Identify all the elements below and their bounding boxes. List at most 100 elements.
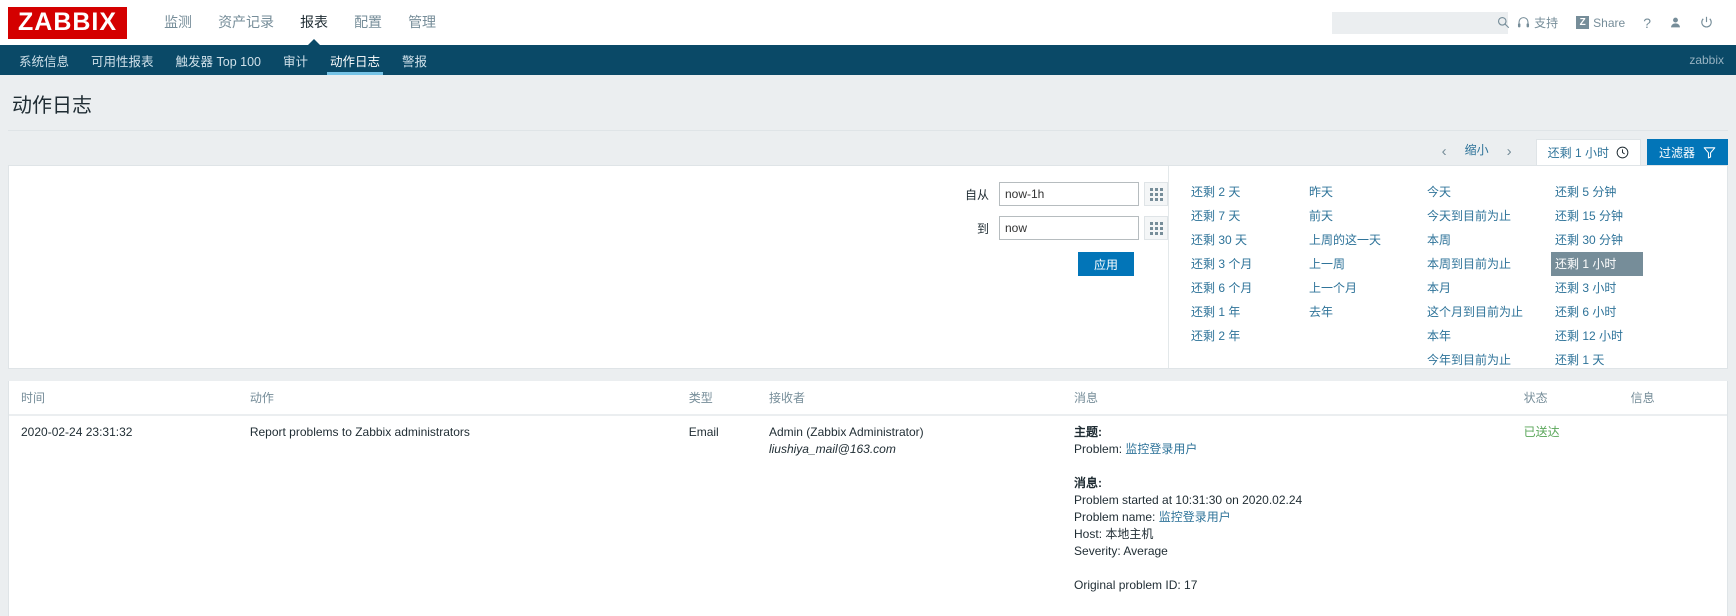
message-subject-link[interactable]: 监控登录用户 [1125,442,1197,456]
quick-range-item[interactable]: 还剩 5 分钟 [1551,180,1669,204]
zabbix-logo[interactable]: ZABBIX [8,6,128,39]
action-log-table-container: 时间 动作 类型 接收者 消息 状态 信息 2020-02-24 23:31:3… [8,381,1728,616]
message-subject-prefix: Problem: [1074,442,1126,456]
search-box[interactable] [1332,11,1510,34]
to-field-row: 到 [919,216,1168,240]
quick-range-item[interactable]: 还剩 15 分钟 [1551,204,1669,228]
column-header-status[interactable]: 状态 [1523,381,1631,416]
support-label: 支持 [1534,16,1559,30]
time-range-tab[interactable]: 还剩 1 小时 [1535,139,1641,165]
column-header-info[interactable]: 信息 [1630,381,1727,416]
quick-range-item[interactable]: 还剩 7 天 [1187,204,1305,228]
time-filter-panel: 自从 到 应用 还剩 2 天 还剩 7 天 还剩 30 天 [8,165,1728,369]
subnav-item-audit[interactable]: 审计 [272,45,319,75]
column-header-time[interactable]: 时间 [9,381,250,416]
table-body: 2020-02-24 23:31:32 Report problems to Z… [9,415,1727,602]
quick-range-item[interactable]: 今天 [1423,180,1551,204]
column-header-type[interactable]: 类型 [688,381,769,416]
quick-range-lists: 还剩 2 天 还剩 7 天 还剩 30 天 还剩 3 个月 还剩 6 个月 还剩… [1169,166,1727,368]
to-calendar-icon[interactable] [1144,216,1168,240]
action-log-table: 时间 动作 类型 接收者 消息 状态 信息 2020-02-24 23:31:3… [9,381,1727,602]
time-control-bar: ‹ 缩小 › 还剩 1 小时 过滤器 [0,131,1736,165]
quick-range-column-1: 还剩 2 天 还剩 7 天 还剩 30 天 还剩 3 个月 还剩 6 个月 还剩… [1187,180,1305,368]
quick-range-item[interactable]: 还剩 6 小时 [1551,300,1669,324]
message-problem-name-link[interactable]: 监控登录用户 [1159,510,1231,524]
top-header: ZABBIX 监测 资产记录 报表 配置 管理 支持 Z Share ? [0,0,1736,46]
share-button[interactable]: Z Share [1567,16,1634,30]
quick-range-item[interactable]: 还剩 30 天 [1187,228,1305,252]
table-row[interactable]: 2020-02-24 23:31:32 Report problems to Z… [9,415,1727,602]
cell-info [1631,415,1727,602]
question-mark-icon: ? [1643,14,1651,31]
share-label: Share [1593,15,1626,30]
quick-range-item[interactable]: 这个月到目前为止 [1423,300,1551,324]
main-nav-configuration[interactable]: 配置 [341,0,395,45]
quick-range-item[interactable]: 本周到目前为止 [1423,252,1551,276]
quick-range-item[interactable]: 去年 [1305,300,1423,324]
from-input[interactable] [999,182,1139,206]
quick-range-column-2: 昨天 前天 上周的这一天 上一周 上一个月 去年 [1305,180,1423,368]
message-body-label: 消息: [1074,476,1103,490]
from-label: 自从 [964,187,989,202]
quick-range-item[interactable]: 本月 [1423,276,1551,300]
time-next-button[interactable]: › [1493,144,1526,165]
search-input[interactable] [1338,14,1498,31]
to-label: 到 [976,221,989,236]
quick-range-item[interactable]: 还剩 3 个月 [1187,252,1305,276]
quick-range-item-selected[interactable]: 还剩 1 小时 [1551,252,1643,276]
quick-range-item[interactable]: 本年 [1423,324,1551,348]
clock-icon [1616,146,1629,159]
subnav-item-notifications[interactable]: 警报 [391,45,438,75]
quick-range-item[interactable]: 前天 [1305,204,1423,228]
from-calendar-icon[interactable] [1144,182,1168,206]
subnav-item-system-info[interactable]: 系统信息 [8,45,80,75]
time-prev-button[interactable]: ‹ [1428,144,1461,165]
quick-range-item[interactable]: 还剩 12 小时 [1551,324,1669,348]
page-title: 动作日志 [12,95,92,117]
quick-range-item[interactable]: 还剩 3 小时 [1551,276,1669,300]
subnav-item-action-log[interactable]: 动作日志 [319,45,391,75]
quick-range-item[interactable]: 还剩 1 天 [1551,348,1669,372]
current-user-label: zabbix [1689,53,1724,67]
quick-range-item[interactable]: 还剩 6 个月 [1187,276,1305,300]
funnel-icon [1703,146,1716,159]
quick-range-item[interactable]: 上一个月 [1305,276,1423,300]
column-header-message[interactable]: 消息 [1074,381,1524,416]
main-nav-inventory[interactable]: 资产记录 [205,0,287,45]
filter-button[interactable]: 过滤器 [1646,139,1728,165]
help-button[interactable]: ? [1634,15,1660,31]
column-header-recipient[interactable]: 接收者 [768,381,1075,416]
cell-status: 已送达 [1524,415,1631,602]
apply-button[interactable]: 应用 [1077,252,1134,276]
message-body-line-1: Problem started at 10:31:30 on 2020.02.2… [1074,493,1303,507]
zoom-out-button[interactable]: 缩小 [1461,141,1493,165]
quick-range-item[interactable]: 上周的这一天 [1305,228,1423,252]
quick-range-item[interactable]: 上一周 [1305,252,1423,276]
column-header-action[interactable]: 动作 [249,381,689,416]
table-header-row: 时间 动作 类型 接收者 消息 状态 信息 [9,381,1727,416]
quick-range-item[interactable]: 今年到目前为止 [1423,348,1551,372]
quick-range-item[interactable]: 还剩 30 分钟 [1551,228,1669,252]
quick-range-item[interactable]: 昨天 [1305,180,1423,204]
user-profile-button[interactable] [1660,16,1691,29]
quick-range-item[interactable]: 今天到目前为止 [1423,204,1551,228]
table-header: 时间 动作 类型 接收者 消息 状态 信息 [9,381,1727,416]
main-nav-administration[interactable]: 管理 [395,0,449,45]
support-button[interactable]: 支持 [1508,14,1567,31]
subnav-item-availability-report[interactable]: 可用性报表 [80,45,165,75]
message-spacer-2 [1074,560,1524,577]
quick-range-item[interactable]: 本周 [1423,228,1551,252]
main-nav-monitoring[interactable]: 监测 [151,0,205,45]
quick-range-item[interactable]: 还剩 2 天 [1187,180,1305,204]
quick-range-item[interactable]: 还剩 2 年 [1187,324,1305,348]
subnav-item-triggers-top-100[interactable]: 触发器 Top 100 [165,45,272,75]
apply-row: 应用 [1077,252,1134,276]
cell-action: Report problems to Zabbix administrators [249,425,470,439]
to-input[interactable] [999,216,1139,240]
main-nav-reports[interactable]: 报表 [287,0,341,46]
quick-range-item[interactable]: 还剩 1 年 [1187,300,1305,324]
from-field-row: 自从 [919,182,1168,206]
cell-message: 主题: Problem: 监控登录用户 消息: Problem started … [1074,415,1524,602]
cell-type: Email [688,425,719,439]
sign-out-button[interactable] [1691,16,1722,29]
